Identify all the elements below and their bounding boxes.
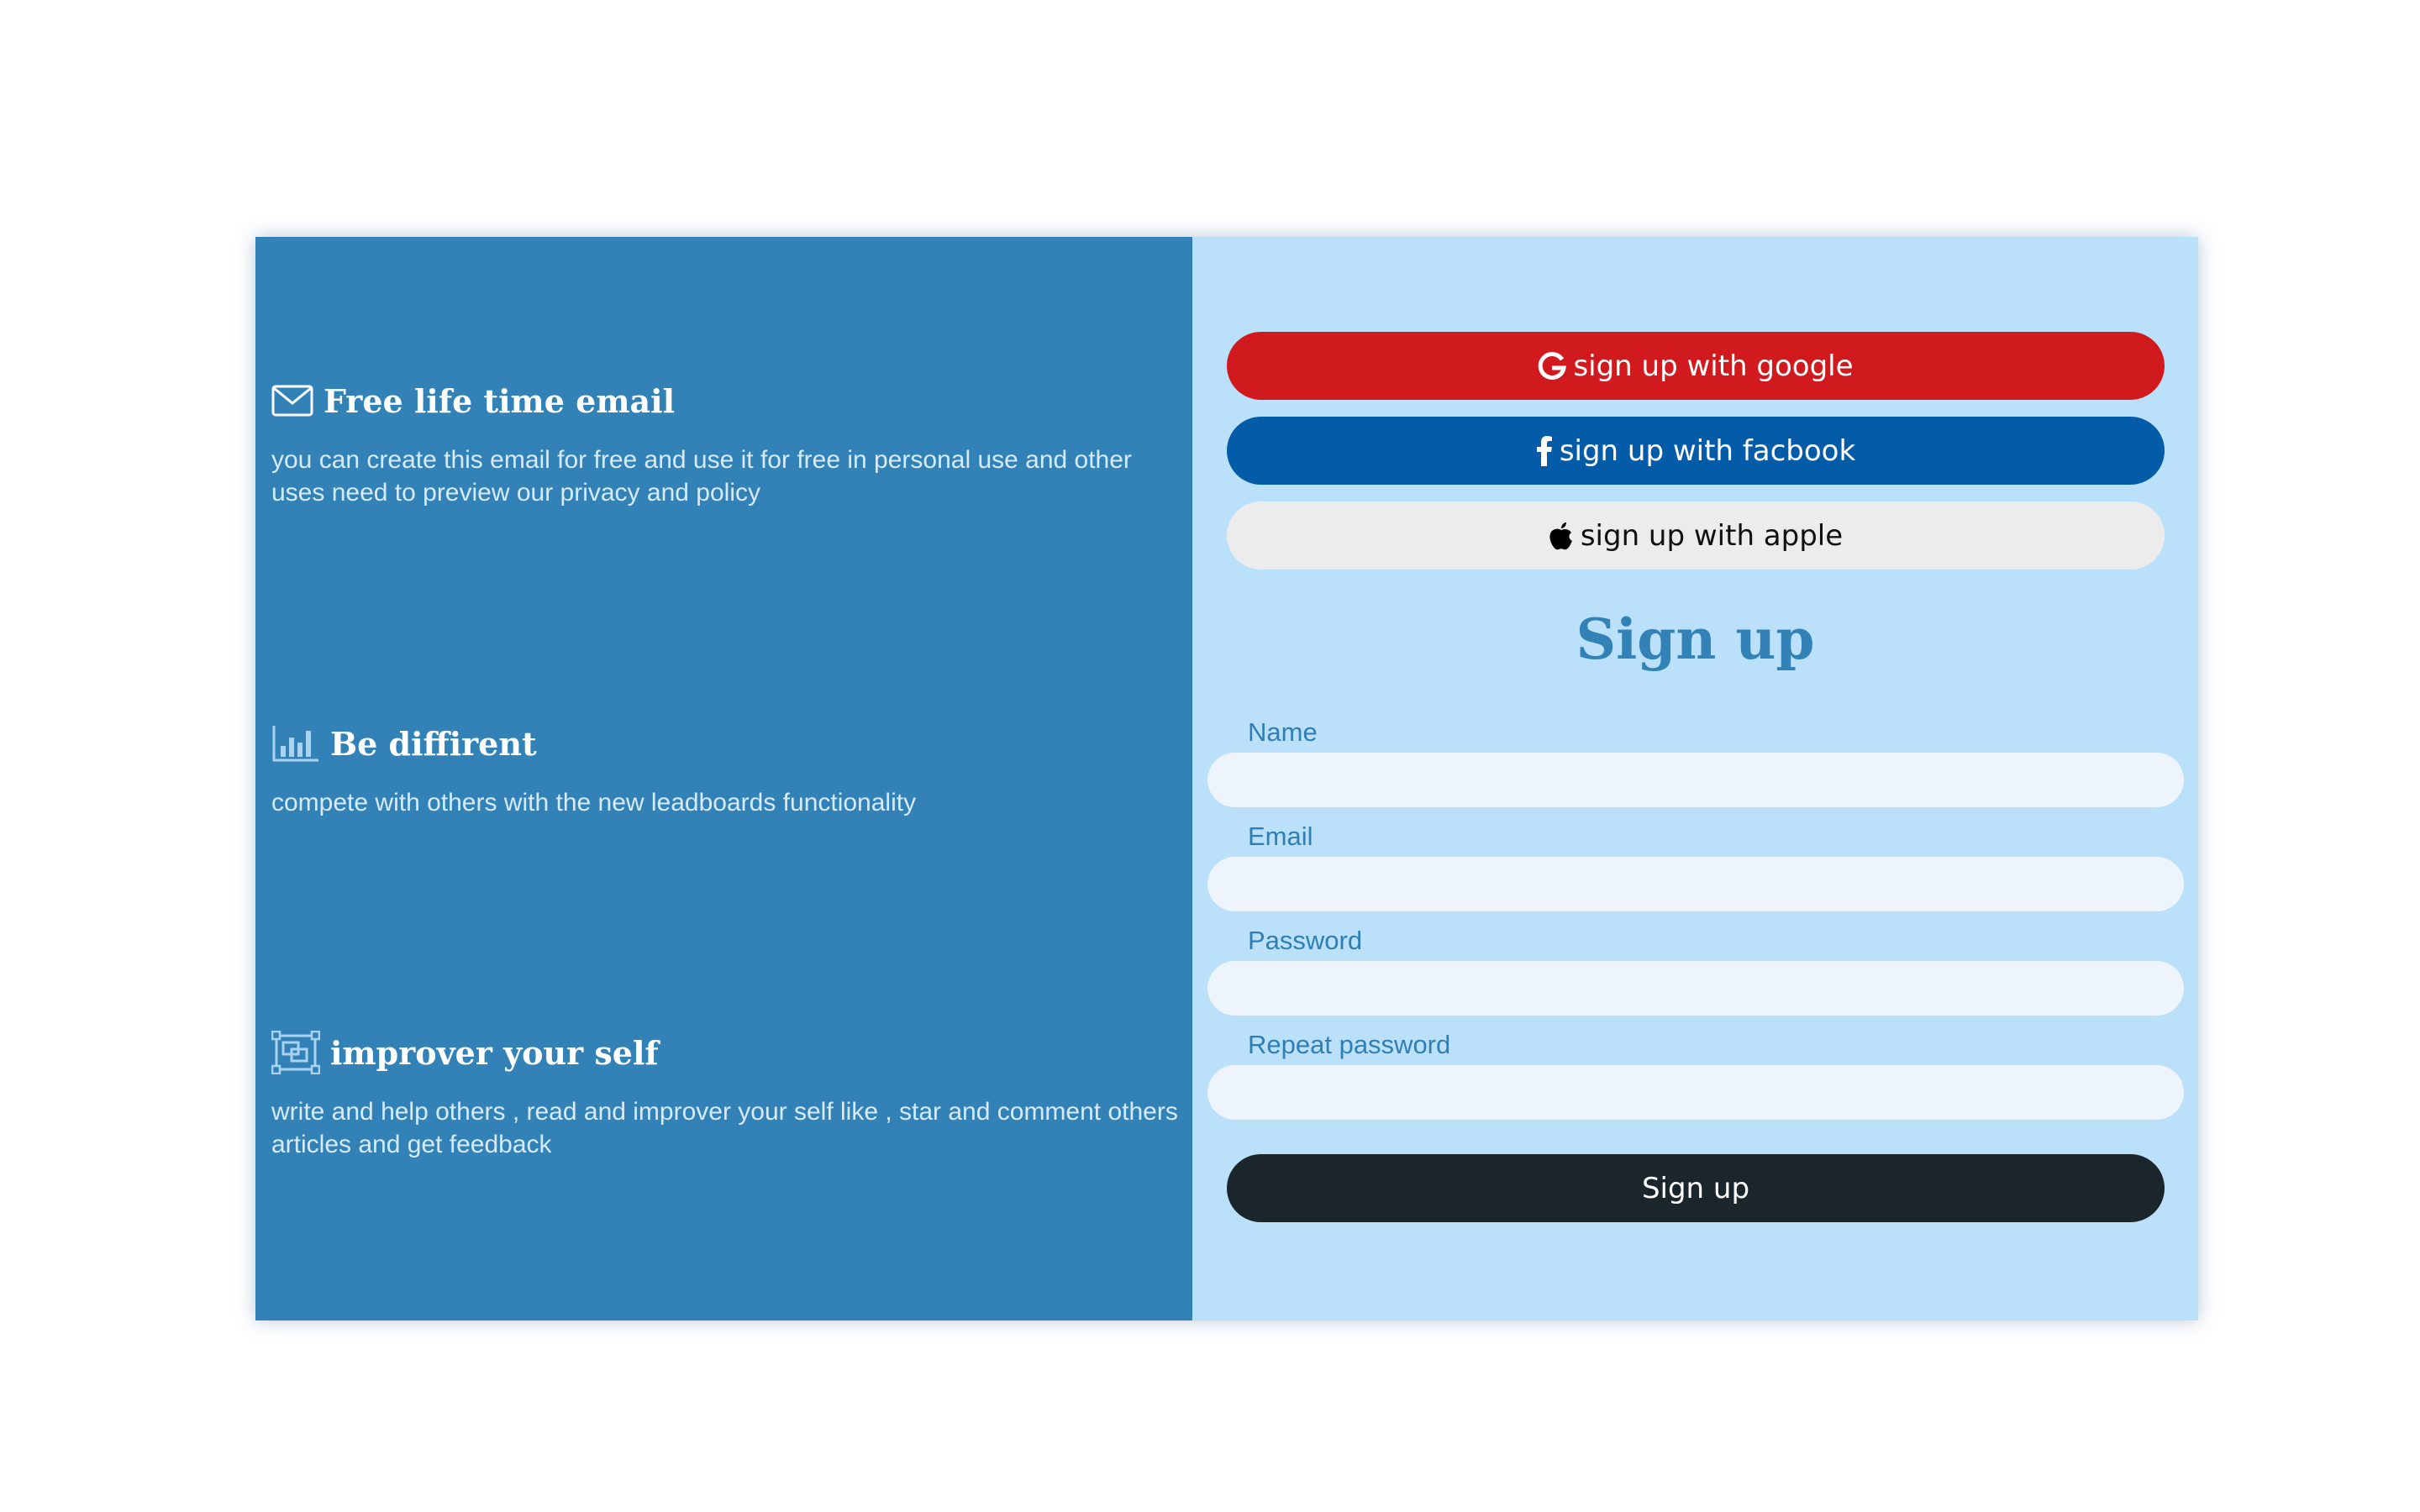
repeat-password-input[interactable] [1207, 1065, 2184, 1120]
google-icon [1538, 351, 1567, 381]
feature-title: improver your self [330, 1033, 659, 1072]
feature-email: Free life time email you can create this… [271, 380, 1179, 509]
google-signup-label: sign up with google [1573, 349, 1854, 383]
signup-submit-label: Sign up [1641, 1171, 1750, 1205]
repeat-password-label: Repeat password [1248, 1030, 1451, 1059]
password-label: Password [1248, 926, 1363, 955]
feature-description: write and help others , read and improve… [271, 1098, 1178, 1158]
feature-title: Free life time email [324, 381, 676, 420]
password-input[interactable] [1207, 961, 2184, 1016]
signup-panel: sign up with google sign up with facbook… [1192, 237, 2198, 1320]
google-signup-button[interactable]: sign up with google [1227, 332, 2165, 400]
facebook-icon [1536, 435, 1553, 466]
feature-description: you can create this email for free and u… [271, 446, 1132, 507]
bar-chart-icon [271, 724, 320, 763]
envelope-icon [271, 384, 313, 417]
apple-icon [1549, 522, 1574, 550]
name-input[interactable] [1207, 753, 2184, 807]
feature-header: Free life time email [271, 380, 1179, 422]
email-label: Email [1248, 822, 1313, 851]
feature-improve: improver your self write and help others… [271, 1031, 1179, 1161]
apple-signup-button[interactable]: sign up with apple [1227, 501, 2165, 570]
feature-header: improver your self [271, 1031, 1179, 1074]
signup-card: Free life time email you can create this… [255, 237, 2198, 1320]
features-panel: Free life time email you can create this… [255, 237, 1192, 1320]
feature-leaderboard: Be diffirent compete with others with th… [271, 722, 1179, 819]
feature-title: Be diffirent [330, 724, 537, 763]
name-label: Name [1248, 717, 1318, 747]
feature-header: Be diffirent [271, 722, 1179, 764]
signup-title: Sign up [1576, 606, 1815, 672]
facebook-signup-button[interactable]: sign up with facbook [1227, 417, 2165, 485]
email-input[interactable] [1207, 857, 2184, 911]
frames-icon [271, 1031, 320, 1074]
facebook-signup-label: sign up with facbook [1559, 433, 1856, 468]
apple-signup-label: sign up with apple [1580, 518, 1844, 553]
feature-description: compete with others with the new leadboa… [271, 789, 917, 816]
signup-submit-button[interactable]: Sign up [1227, 1154, 2165, 1222]
